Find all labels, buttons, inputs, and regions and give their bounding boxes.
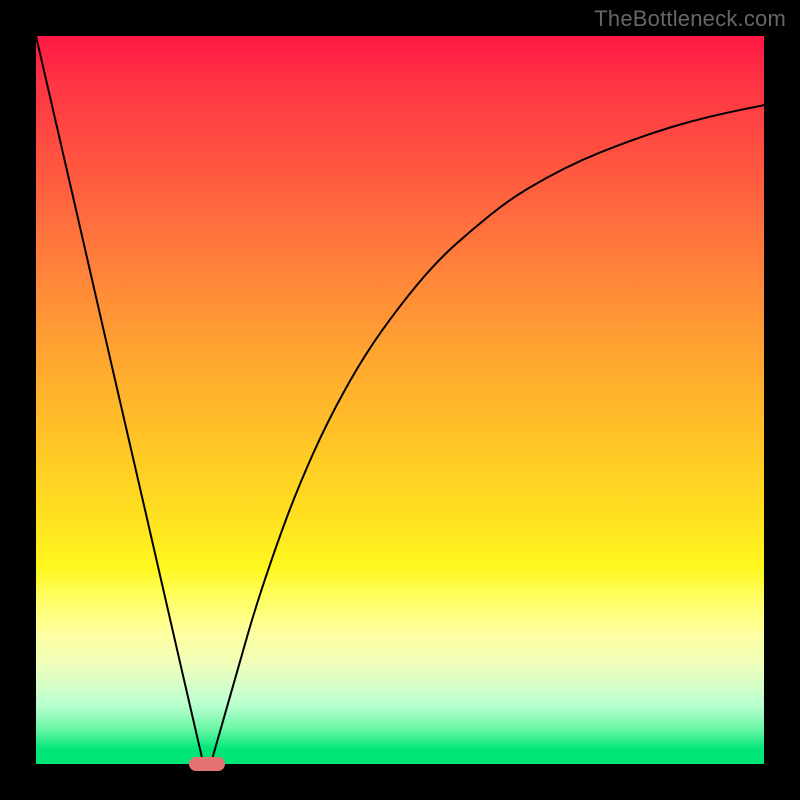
min-marker — [189, 757, 225, 771]
curve-right-segment — [211, 105, 764, 764]
plot-area — [36, 36, 764, 764]
curve-layer — [36, 36, 764, 764]
watermark-text: TheBottleneck.com — [594, 6, 786, 32]
curve-left-segment — [36, 36, 203, 764]
chart-frame: TheBottleneck.com — [0, 0, 800, 800]
